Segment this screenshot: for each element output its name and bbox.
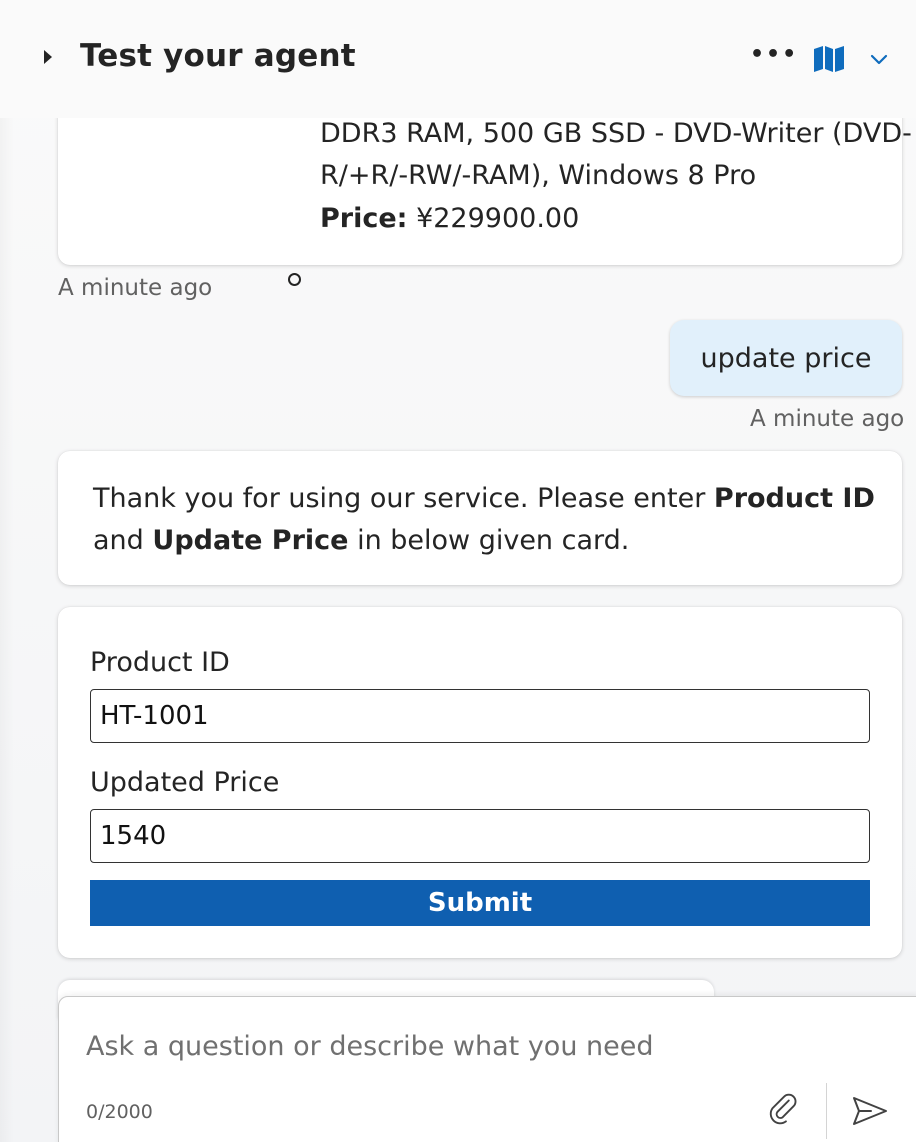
bot-timestamp: A minute ago [58, 275, 213, 301]
send-icon[interactable] [851, 1095, 889, 1127]
user-message-text: update price [700, 342, 872, 374]
chat-transcript: DDR3 RAM, 500 GB SSD - DVD-Writer (DVD- … [0, 0, 916, 1142]
map-icon[interactable] [812, 44, 846, 74]
user-message-bubble: update price [670, 320, 902, 396]
submit-button[interactable]: Submit [90, 880, 870, 926]
message-composer: 0/2000 [58, 996, 916, 1142]
test-agent-header: Test your agent ••• [0, 0, 916, 118]
bot-text: Thank you for using our service. Please … [93, 483, 714, 514]
updated-price-input[interactable] [90, 809, 870, 863]
updated-price-label: Updated Price [90, 767, 280, 798]
price-line: Price: ¥229900.00 [320, 203, 579, 234]
price-label: Price: [320, 203, 408, 234]
character-counter: 0/2000 [86, 1101, 153, 1123]
message-input[interactable] [86, 1023, 806, 1069]
paperclip-icon[interactable] [767, 1093, 801, 1127]
panel-edge [0, 118, 14, 1142]
bot-bold-text: Update Price [152, 525, 349, 556]
composer-divider [826, 1083, 827, 1139]
more-options-button[interactable]: ••• [750, 42, 798, 67]
update-price-form-card: Product ID Updated Price Submit [58, 607, 902, 958]
bullet-icon [288, 273, 301, 286]
bot-message-card: Thank you for using our service. Please … [58, 451, 902, 585]
bot-message-line-2: and Update Price in below given card. [93, 525, 629, 556]
user-timestamp: A minute ago [750, 406, 905, 432]
caret-right-icon[interactable] [44, 50, 52, 64]
product-id-label: Product ID [90, 647, 230, 678]
chevron-down-icon[interactable] [868, 50, 890, 68]
bot-bold-text: Product ID [713, 483, 875, 514]
page-title: Test your agent [80, 38, 356, 74]
bot-text: in below given card. [348, 525, 630, 556]
bot-message-line-1: Thank you for using our service. Please … [93, 483, 875, 514]
product-spec-line-2: R/+R/-RW/-RAM), Windows 8 Pro [320, 160, 757, 191]
price-value: ¥229900.00 [407, 203, 580, 234]
bot-text: and [93, 525, 153, 556]
product-id-input[interactable] [90, 689, 870, 743]
product-spec-line-1: DDR3 RAM, 500 GB SSD - DVD-Writer (DVD- [320, 118, 912, 149]
